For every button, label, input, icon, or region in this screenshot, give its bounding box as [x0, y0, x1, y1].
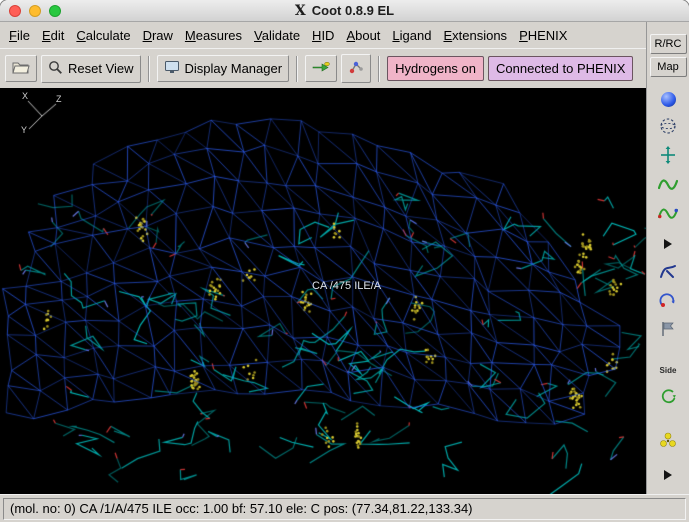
side-label: Side — [659, 365, 677, 375]
display-manager-button[interactable]: Display Manager — [156, 55, 290, 82]
body-row: File Edit Calculate Draw Measures Valida… — [0, 22, 689, 494]
menu-about[interactable]: About — [340, 24, 386, 47]
reset-view-button[interactable]: Reset View — [41, 54, 141, 83]
toolbar-separator — [147, 55, 150, 82]
menu-calculate[interactable]: Calculate — [70, 24, 136, 47]
crosshair-arrows-icon — [659, 145, 677, 169]
window-title-area: X Coot 0.8.9 EL — [0, 3, 689, 18]
window-title: Coot 0.8.9 EL — [311, 3, 395, 18]
axis-x-label: X — [22, 91, 29, 101]
x11-icon: X — [294, 2, 306, 19]
globe-button[interactable] — [651, 115, 685, 141]
green-squiggle-dots-icon — [658, 206, 678, 225]
hydrogens-toggle[interactable]: Hydrogens on — [387, 56, 485, 81]
yellow-trefoil-icon — [659, 432, 677, 453]
gray-flag-icon — [660, 321, 676, 342]
chi-angles-button[interactable] — [651, 386, 685, 412]
right-toolbar: R/RC Map Side — [647, 22, 689, 494]
more-button[interactable] — [651, 462, 685, 488]
status-text: (mol. no: 0) CA /1/A/475 ILE occ: 1.00 b… — [3, 497, 686, 520]
menu-draw[interactable]: Draw — [137, 24, 179, 47]
open-folder-icon — [12, 60, 30, 77]
canvas-area: X Z Y CA /475 ILE/A — [0, 88, 646, 494]
axis-y-label: Y — [21, 125, 28, 135]
menu-ligand[interactable]: Ligand — [386, 24, 437, 47]
toolbar: Reset View Display Manager Hydrogens on … — [0, 48, 646, 88]
sphere-icon — [660, 91, 676, 107]
refine-zone-button[interactable] — [651, 173, 685, 199]
titlebar: X Coot 0.8.9 EL — [0, 0, 689, 22]
sphere-button[interactable] — [651, 86, 685, 112]
axis-z-label: Z — [56, 94, 62, 104]
magnifier-icon — [48, 60, 63, 78]
display-manager-label: Display Manager — [184, 61, 283, 76]
rotate-translate-button[interactable] — [651, 260, 685, 286]
expand-button[interactable] — [651, 231, 685, 257]
blue-curve-icon — [659, 263, 677, 284]
menu-extensions[interactable]: Extensions — [437, 24, 513, 47]
left-column: File Edit Calculate Draw Measures Valida… — [0, 22, 647, 494]
menu-validate[interactable]: Validate — [248, 24, 306, 47]
go-to-ligand-button[interactable] — [341, 54, 372, 83]
go-to-atom-arrow-icon — [312, 60, 330, 77]
right-triangle-icon — [664, 239, 672, 249]
menu-file[interactable]: File — [3, 24, 36, 47]
phenix-toggle[interactable]: Connected to PHENIX — [488, 56, 634, 81]
atom-label: CA /475 ILE/A — [312, 280, 382, 292]
menu-phenix[interactable]: PHENIX — [513, 24, 573, 47]
menu-hid[interactable]: HID — [306, 24, 340, 47]
toolbar-separator — [296, 55, 299, 82]
green-squiggle-icon — [657, 177, 679, 196]
rigid-body-button[interactable] — [651, 318, 685, 344]
menubar: File Edit Calculate Draw Measures Valida… — [0, 22, 646, 48]
add-alt-conf-button[interactable] — [651, 429, 685, 455]
rrc-button[interactable]: R/RC — [649, 34, 687, 54]
curved-arrow-icon — [659, 292, 677, 313]
side-chain-flip-button[interactable]: Side — [651, 357, 685, 383]
regularize-zone-button[interactable] — [651, 202, 685, 228]
menu-measures[interactable]: Measures — [179, 24, 248, 47]
statusbar: (mol. no: 0) CA /1/A/475 ILE occ: 1.00 b… — [0, 494, 689, 522]
toolbar-separator — [378, 55, 381, 82]
dashed-globe-icon — [659, 117, 677, 140]
reset-view-label: Reset View — [68, 61, 134, 76]
ball-stick-icon — [348, 59, 364, 78]
map-button[interactable]: Map — [649, 57, 687, 77]
auto-fit-button[interactable] — [651, 289, 685, 315]
coot-window: X Coot 0.8.9 EL File Edit Calculate Draw… — [0, 0, 689, 522]
crosshair-button[interactable] — [651, 144, 685, 170]
monitor-icon — [164, 60, 180, 77]
circular-arrow-icon — [659, 388, 677, 410]
right-triangle-icon — [664, 470, 672, 480]
open-coordinates-button[interactable] — [5, 55, 37, 82]
go-to-atom-button[interactable] — [305, 55, 338, 82]
menu-edit[interactable]: Edit — [36, 24, 70, 47]
